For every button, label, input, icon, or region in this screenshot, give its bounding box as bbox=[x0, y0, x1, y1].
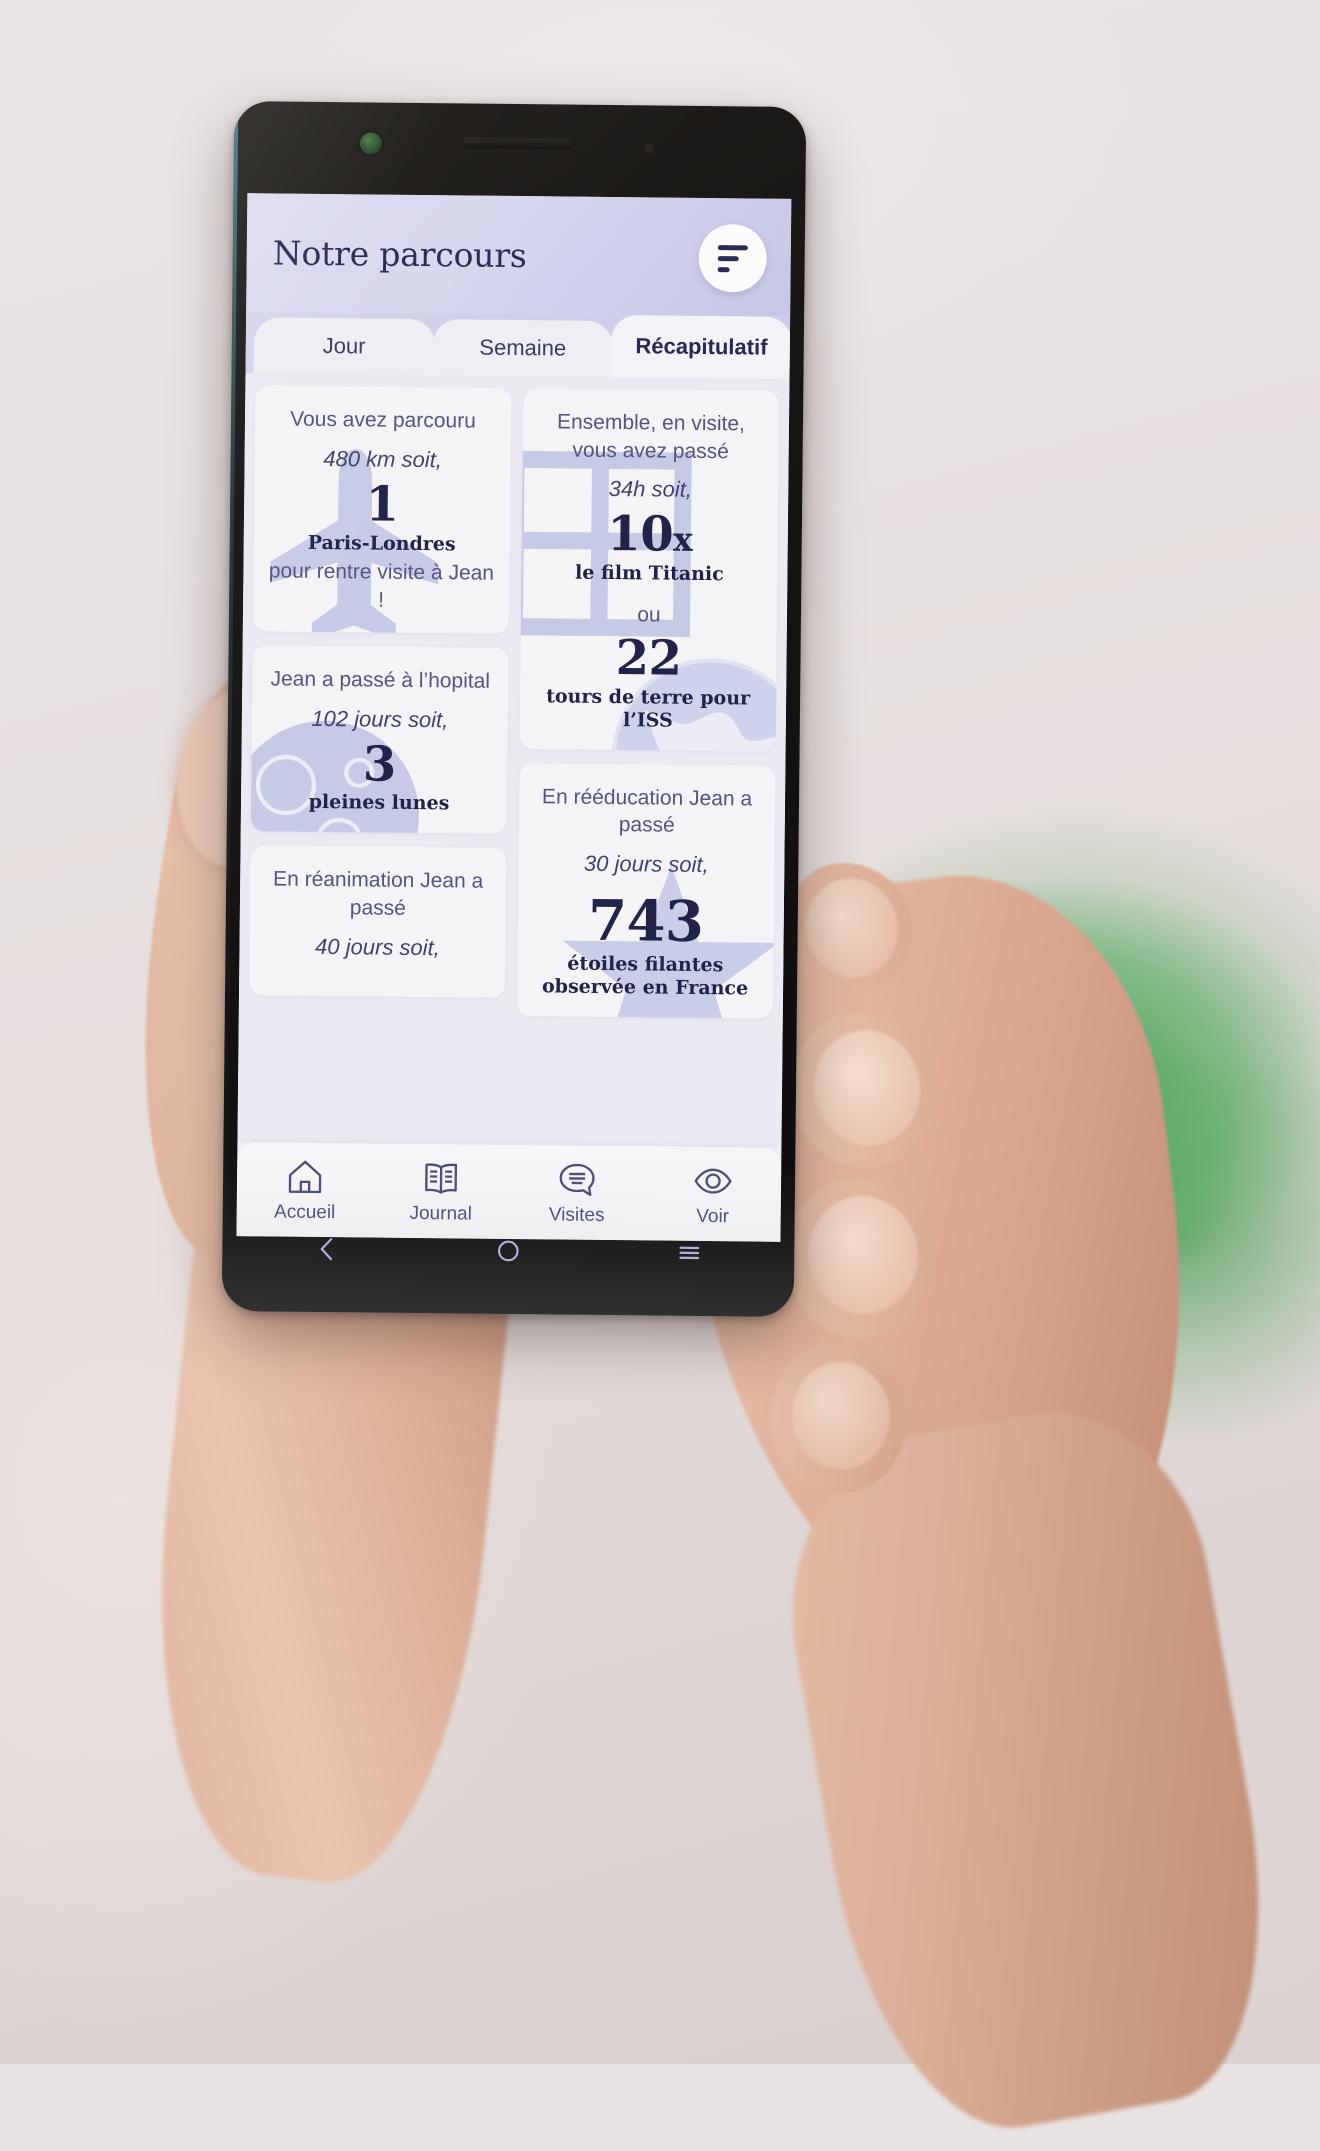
card-label: le film Titanic bbox=[535, 562, 763, 587]
rehab-card[interactable]: En rééducation Jean a passé 30 jours soi… bbox=[517, 763, 776, 1019]
card-measure: 40 jours soit, bbox=[263, 931, 491, 962]
filter-sort-icon bbox=[718, 242, 748, 275]
eye-icon bbox=[693, 1160, 733, 1200]
front-camera-icon bbox=[360, 132, 382, 154]
card-outro: pour rentre visite à Jean ! bbox=[267, 558, 496, 616]
card-measure: 102 jours soit, bbox=[266, 703, 494, 734]
card-number-value: 10 bbox=[607, 506, 673, 563]
card-number: 743 bbox=[531, 891, 760, 953]
back-button[interactable] bbox=[292, 1224, 363, 1275]
visit-time-card[interactable]: Ensemble, en visite, vous avez passé 34h… bbox=[520, 388, 780, 751]
smartphone-device: Notre parcours Jour Semaine Récapitulati… bbox=[222, 101, 807, 1317]
left-column: Vous avez parcouru 480 km soit, 1 Paris-… bbox=[247, 385, 511, 1145]
earpiece-speaker bbox=[462, 137, 572, 149]
tab-recapitulatif[interactable]: Récapitulatif bbox=[611, 315, 792, 379]
card-intro: En réanimation Jean a passé bbox=[264, 866, 493, 924]
filter-sort-button[interactable] bbox=[698, 224, 767, 293]
card-number-2: 22 bbox=[534, 632, 763, 685]
card-number: 10x bbox=[536, 509, 765, 562]
card-number: 3 bbox=[265, 738, 494, 791]
app-header: Notre parcours bbox=[246, 193, 791, 317]
card-separator: ou bbox=[535, 602, 763, 628]
phone-sensor-bar bbox=[233, 101, 806, 199]
card-label: pleines lunes bbox=[265, 791, 493, 816]
card-intro: Jean a passé à l’hopital bbox=[266, 665, 494, 695]
hospital-card[interactable]: Jean a passé à l’hopital 102 jours soit,… bbox=[251, 645, 509, 834]
book-icon bbox=[421, 1158, 461, 1198]
card-measure: 480 km soit, bbox=[268, 443, 496, 474]
distance-card[interactable]: Vous avez parcouru 480 km soit, 1 Paris-… bbox=[253, 385, 512, 634]
app-screen: Notre parcours Jour Semaine Récapitulati… bbox=[236, 193, 791, 1242]
home-button[interactable] bbox=[473, 1226, 544, 1277]
card-measure: 34h soit, bbox=[536, 474, 764, 505]
card-number: 1 bbox=[268, 478, 497, 531]
android-system-bar bbox=[236, 1213, 781, 1289]
tab-semaine[interactable]: Semaine bbox=[432, 319, 613, 377]
card-label-2: tours de terre pour l’ISS bbox=[534, 685, 762, 733]
card-label: Paris-Londres bbox=[268, 531, 496, 556]
page-title: Notre parcours bbox=[273, 233, 527, 275]
home-icon bbox=[285, 1156, 325, 1196]
chevron-left-icon bbox=[312, 1234, 342, 1264]
right-column: Ensemble, en visite, vous avez passé 34h… bbox=[515, 388, 779, 1148]
recap-content[interactable]: Vous avez parcouru 480 km soit, 1 Paris-… bbox=[237, 373, 789, 1148]
card-label: étoiles filantes observée en France bbox=[531, 953, 759, 1001]
chat-bubble-icon bbox=[557, 1159, 597, 1199]
tab-jour[interactable]: Jour bbox=[254, 317, 435, 375]
card-measure: 30 jours soit, bbox=[532, 848, 760, 879]
circle-icon bbox=[493, 1236, 523, 1266]
menu-lines-icon bbox=[674, 1238, 704, 1268]
card-intro: En rééducation Jean a passé bbox=[533, 783, 762, 841]
card-number-suffix: x bbox=[673, 520, 693, 559]
card-intro: Ensemble, en visite, vous avez passé bbox=[537, 408, 766, 466]
proximity-sensor-icon bbox=[644, 143, 654, 153]
card-intro: Vous avez parcouru bbox=[269, 405, 497, 435]
recents-button[interactable] bbox=[654, 1228, 725, 1279]
tab-bar: Jour Semaine Récapitulatif bbox=[246, 311, 791, 379]
icu-card[interactable]: En réanimation Jean a passé 40 jours soi… bbox=[249, 846, 507, 999]
